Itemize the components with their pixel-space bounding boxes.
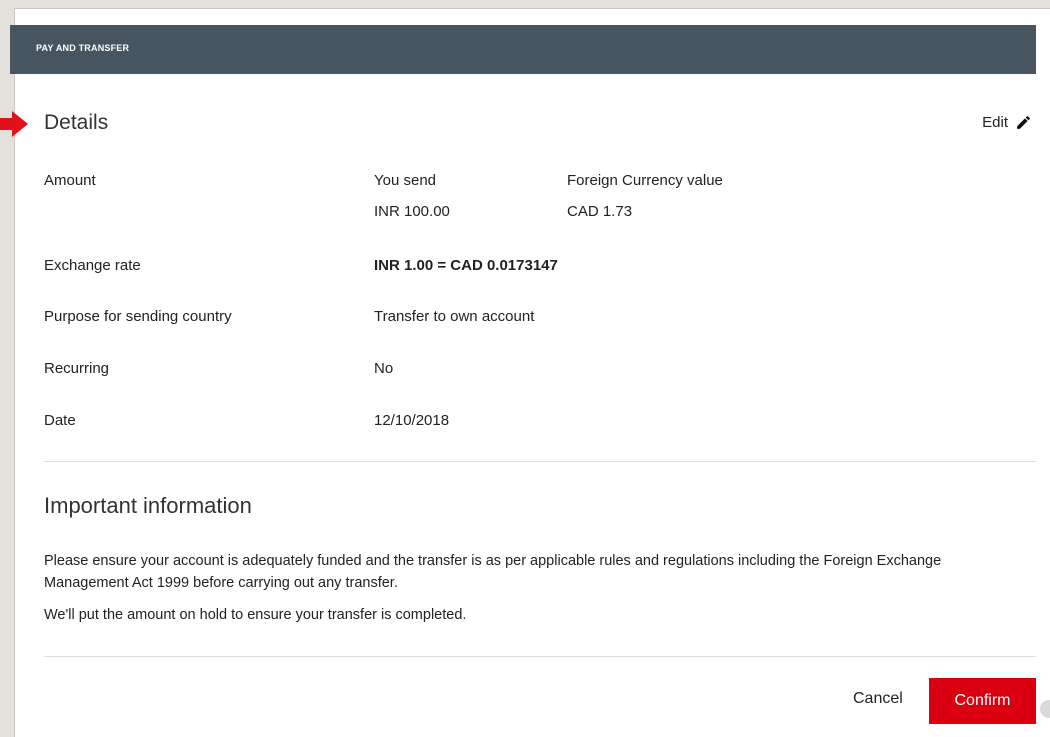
important-info-heading: Important information [44, 493, 252, 518]
page-title: PAY AND TRANSFER [36, 43, 130, 53]
purpose-label: Purpose for sending country [44, 308, 232, 325]
edit-button[interactable]: Edit [982, 114, 1032, 131]
important-info-text: Please ensure your account is adequately… [44, 553, 942, 591]
edit-label: Edit [982, 114, 1008, 131]
foreign-currency-value: CAD 1.73 [567, 203, 633, 220]
date-value: 12/10/2018 [374, 412, 450, 429]
pencil-icon [1017, 116, 1030, 129]
purpose-value: Transfer to own account [374, 308, 535, 325]
exchange-rate-label: Exchange rate [44, 257, 141, 274]
you-send-label: You send [374, 172, 437, 189]
date-label: Date [44, 412, 76, 429]
foreign-currency-label: Foreign Currency value [567, 172, 723, 189]
section-divider [44, 461, 1036, 462]
confirm-button[interactable]: Confirm [929, 678, 1036, 724]
hold-notice-text: We'll put the amount on hold to ensure y… [44, 607, 467, 623]
actions-divider [44, 656, 1036, 657]
cancel-button[interactable]: Cancel [853, 690, 903, 708]
exchange-rate-value: INR 1.00 = CAD 0.0173147 [374, 257, 558, 274]
arrow-pointer-icon [0, 111, 28, 137]
details-heading: Details [44, 111, 109, 134]
header-bar: PAY AND TRANSFER [10, 25, 1036, 74]
recurring-value: No [374, 360, 394, 377]
app-frame [14, 8, 1050, 737]
amount-label: Amount [44, 172, 96, 189]
recurring-label: Recurring [44, 360, 110, 377]
you-send-value: INR 100.00 [374, 203, 450, 220]
